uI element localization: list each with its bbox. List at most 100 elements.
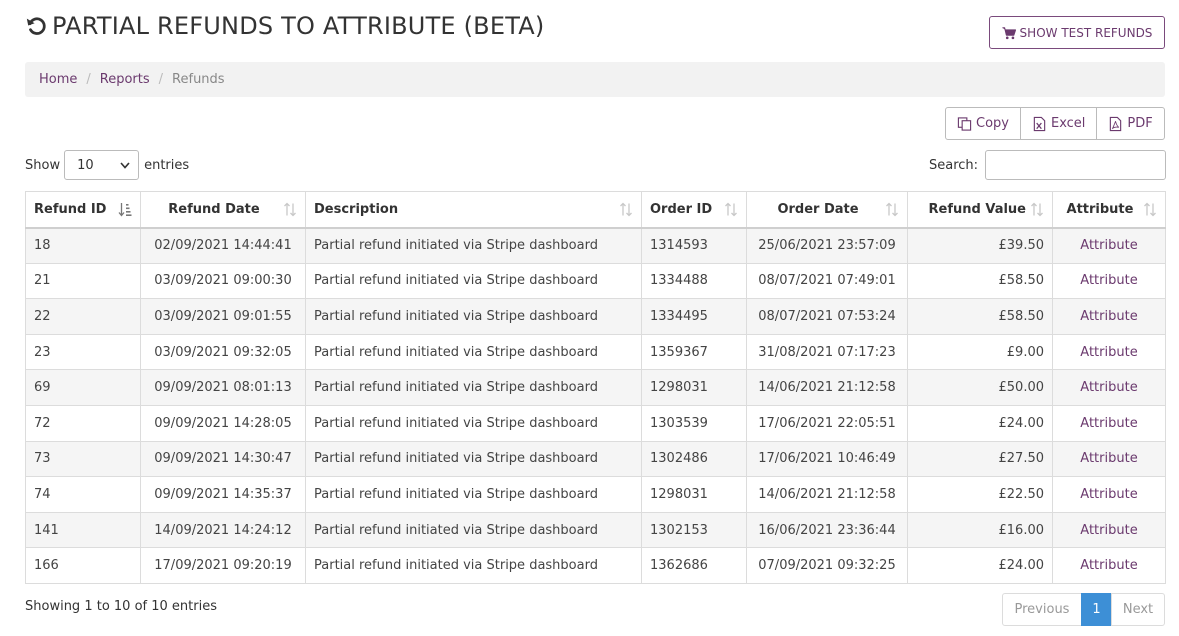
- attribute-link[interactable]: Attribute: [1080, 380, 1137, 395]
- cell-refund-value: £24.00: [907, 547, 1053, 584]
- breadcrumb-separator: /: [158, 72, 164, 87]
- column-header-refund-value[interactable]: Refund Value: [907, 191, 1053, 229]
- sort-icon: [1031, 202, 1043, 217]
- column-header-label: Refund ID: [34, 201, 107, 217]
- show-test-refunds-label: SHOW TEST REFUNDS: [1019, 25, 1153, 40]
- cell-order-date: 25/06/2021 23:57:09: [746, 227, 908, 264]
- cell-order-date: 08/07/2021 07:53:24: [746, 298, 908, 335]
- cell-order-id: 1298031: [641, 476, 747, 513]
- breadcrumb-current: Refunds: [172, 72, 225, 87]
- sort-icon: [1144, 202, 1156, 217]
- attribute-link[interactable]: Attribute: [1080, 416, 1137, 431]
- breadcrumb-home[interactable]: Home: [39, 72, 77, 87]
- cell-refund-date: 03/09/2021 09:01:55: [140, 298, 306, 335]
- pdf-button[interactable]: PDF: [1096, 107, 1165, 140]
- column-header-order-id[interactable]: Order ID: [641, 191, 747, 229]
- chevron-down-icon: [120, 161, 130, 169]
- attribute-link[interactable]: Attribute: [1080, 558, 1137, 573]
- table-header-row: Refund ID Refund Date Description Order …: [25, 191, 1166, 229]
- cell-refund-date: 09/09/2021 08:01:13: [140, 369, 306, 406]
- excel-button[interactable]: Excel: [1019, 107, 1098, 140]
- cell-attribute: Attribute: [1052, 404, 1166, 442]
- file-pdf-icon: [1110, 116, 1122, 131]
- table-row: 74 09/09/2021 14:35:37 Partial refund in…: [25, 476, 1166, 513]
- sort-icon: [725, 202, 737, 217]
- copy-label: Copy: [976, 116, 1009, 131]
- shopping-cart-icon: [1001, 26, 1016, 39]
- cell-refund-value: £22.50: [907, 476, 1053, 513]
- column-header-label: Attribute: [1066, 201, 1134, 217]
- cell-order-date: 17/06/2021 22:05:51: [746, 404, 908, 442]
- copy-icon: [957, 116, 972, 131]
- show-test-refunds-button[interactable]: SHOW TEST REFUNDS: [989, 16, 1165, 49]
- cell-order-date: 14/06/2021 21:12:58: [746, 369, 908, 406]
- table-row: 141 14/09/2021 14:24:12 Partial refund i…: [25, 511, 1166, 549]
- cell-refund-value: £16.00: [907, 511, 1053, 549]
- pagination-next[interactable]: Next: [1111, 593, 1165, 626]
- search-input[interactable]: [985, 150, 1167, 180]
- cell-refund-id: 18: [25, 227, 141, 264]
- attribute-link[interactable]: Attribute: [1080, 523, 1137, 538]
- cell-order-id: 1302486: [641, 440, 747, 478]
- attribute-link[interactable]: Attribute: [1080, 238, 1137, 253]
- column-header-description[interactable]: Description: [305, 191, 642, 229]
- sort-ascending-icon: [118, 203, 132, 217]
- column-header-refund-id[interactable]: Refund ID: [25, 191, 141, 229]
- column-header-label: Refund Date: [168, 201, 260, 217]
- breadcrumb-reports[interactable]: Reports: [100, 72, 150, 87]
- cell-description: Partial refund initiated via Stripe dash…: [305, 511, 642, 549]
- cell-refund-value: £50.00: [907, 369, 1053, 406]
- cell-refund-id: 72: [25, 404, 141, 442]
- cell-refund-value: £27.50: [907, 440, 1053, 478]
- entries-length-control: Show 10 entries: [25, 150, 189, 180]
- breadcrumb: Home / Reports / Refunds: [25, 62, 1165, 97]
- cell-refund-date: 09/09/2021 14:30:47: [140, 440, 306, 478]
- entries-length-select[interactable]: 10: [64, 150, 140, 180]
- cell-description: Partial refund initiated via Stripe dash…: [305, 369, 642, 406]
- cell-description: Partial refund initiated via Stripe dash…: [305, 404, 642, 442]
- column-header-refund-date[interactable]: Refund Date: [140, 191, 306, 229]
- cell-order-id: 1334495: [641, 298, 747, 335]
- table-row: 166 17/09/2021 09:20:19 Partial refund i…: [25, 547, 1166, 584]
- breadcrumb-separator: /: [86, 72, 91, 87]
- attribute-link[interactable]: Attribute: [1080, 451, 1137, 466]
- column-header-order-date[interactable]: Order Date: [746, 191, 908, 229]
- cell-refund-date: 17/09/2021 09:20:19: [140, 547, 306, 584]
- pagination-page-1[interactable]: 1: [1081, 593, 1112, 626]
- cell-attribute: Attribute: [1052, 262, 1166, 300]
- table-info: Showing 1 to 10 of 10 entries: [25, 599, 217, 614]
- cell-refund-id: 22: [25, 298, 141, 335]
- cell-order-date: 14/06/2021 21:12:58: [746, 476, 908, 513]
- column-header-attribute[interactable]: Attribute: [1052, 191, 1166, 229]
- excel-label: Excel: [1050, 116, 1086, 131]
- cell-refund-id: 73: [25, 440, 141, 478]
- cell-refund-date: 03/09/2021 09:00:30: [140, 262, 306, 300]
- table-row: 18 02/09/2021 14:44:41 Partial refund in…: [25, 227, 1166, 264]
- attribute-link[interactable]: Attribute: [1080, 309, 1137, 324]
- cell-refund-id: 21: [25, 262, 141, 300]
- cell-attribute: Attribute: [1052, 369, 1166, 406]
- cell-order-id: 1359367: [641, 333, 747, 371]
- page-header: PARTIAL REFUNDS TO ATTRIBUTE (BETA): [25, 12, 544, 40]
- attribute-link[interactable]: Attribute: [1080, 487, 1137, 502]
- cell-description: Partial refund initiated via Stripe dash…: [305, 333, 642, 371]
- pagination-previous[interactable]: Previous: [1002, 593, 1082, 626]
- table-row: 21 03/09/2021 09:00:30 Partial refund in…: [25, 262, 1166, 300]
- cell-attribute: Attribute: [1052, 333, 1166, 371]
- attribute-link[interactable]: Attribute: [1080, 345, 1137, 360]
- search-label: Search:: [929, 157, 979, 173]
- table-row: 73 09/09/2021 14:30:47 Partial refund in…: [25, 440, 1166, 478]
- table-row: 72 09/09/2021 14:28:05 Partial refund in…: [25, 404, 1166, 442]
- cell-attribute: Attribute: [1052, 440, 1166, 478]
- cell-description: Partial refund initiated via Stripe dash…: [305, 227, 642, 264]
- cell-refund-value: £9.00: [907, 333, 1053, 371]
- copy-button[interactable]: Copy: [945, 107, 1021, 140]
- cell-refund-value: £58.50: [907, 262, 1053, 300]
- table-row: 69 09/09/2021 08:01:13 Partial refund in…: [25, 369, 1166, 406]
- entries-length-value: 10: [77, 157, 94, 173]
- attribute-link[interactable]: Attribute: [1080, 273, 1137, 288]
- pagination: Previous 1 Next: [1002, 593, 1165, 626]
- cell-order-id: 1303539: [641, 404, 747, 442]
- cell-order-id: 1314593: [641, 227, 747, 264]
- sort-icon: [620, 202, 632, 217]
